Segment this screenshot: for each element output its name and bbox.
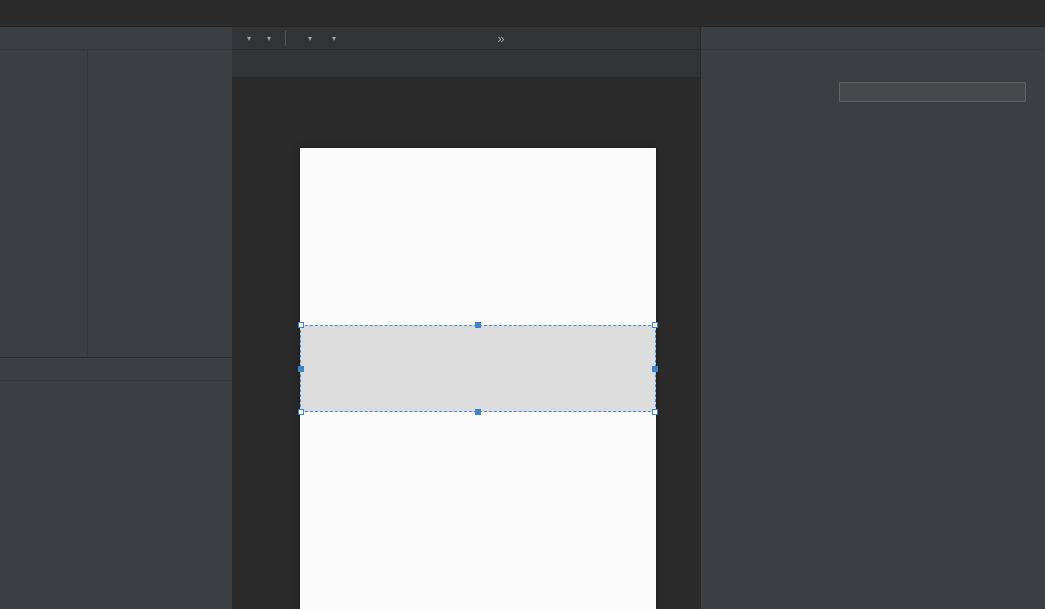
selection-handle[interactable]: [298, 322, 304, 328]
id-input[interactable]: [839, 82, 1026, 102]
id-row: [701, 79, 1045, 105]
palette-components: [88, 50, 232, 357]
chevron-down-icon: ▾: [308, 34, 312, 43]
attributes-header: [701, 27, 1045, 50]
device-canvas[interactable]: [300, 148, 656, 609]
left-column: [0, 27, 232, 609]
editor-tab-bar: [0, 0, 1045, 27]
chevron-down-icon: ▾: [267, 34, 271, 43]
chevron-down-icon: ▾: [332, 34, 336, 43]
component-tree-panel: [0, 358, 232, 609]
selection-handle[interactable]: [652, 322, 658, 328]
selection-handle[interactable]: [298, 409, 304, 415]
design-mode-selector[interactable]: ▾: [240, 34, 254, 43]
component-tree-list: [0, 381, 232, 436]
palette-body: [0, 50, 232, 357]
chevron-down-icon: ▾: [247, 34, 251, 43]
android-studio-window: ▾ ▾ ▾ ▾ »: [0, 0, 1045, 609]
selected-component-row: [701, 50, 1045, 76]
selection-handle[interactable]: [475, 409, 481, 415]
palette-panel: [0, 27, 232, 358]
overflow-chevrons-icon[interactable]: »: [497, 31, 503, 46]
selection-handle[interactable]: [475, 322, 481, 328]
toolbar-divider: [285, 31, 286, 46]
selection-handle[interactable]: [298, 366, 304, 372]
design-editor: ▾ ▾ ▾ ▾ »: [232, 27, 700, 609]
blueprint-mode-selector[interactable]: ▾: [260, 34, 274, 43]
api-version-selector[interactable]: ▾: [321, 34, 339, 43]
device-selector[interactable]: ▾: [297, 34, 315, 43]
selection-handle[interactable]: [652, 409, 658, 415]
palette-categories: [0, 50, 88, 357]
attributes-panel: [700, 27, 1045, 609]
component-tree-header: [0, 358, 232, 381]
design-toolbar: ▾ ▾ ▾ ▾ »: [232, 27, 700, 50]
selection-handle[interactable]: [652, 366, 658, 372]
design-toolbar-row2: [232, 50, 700, 78]
button-element[interactable]: [300, 325, 656, 412]
palette-header: [0, 27, 232, 50]
design-surface: [232, 78, 700, 609]
